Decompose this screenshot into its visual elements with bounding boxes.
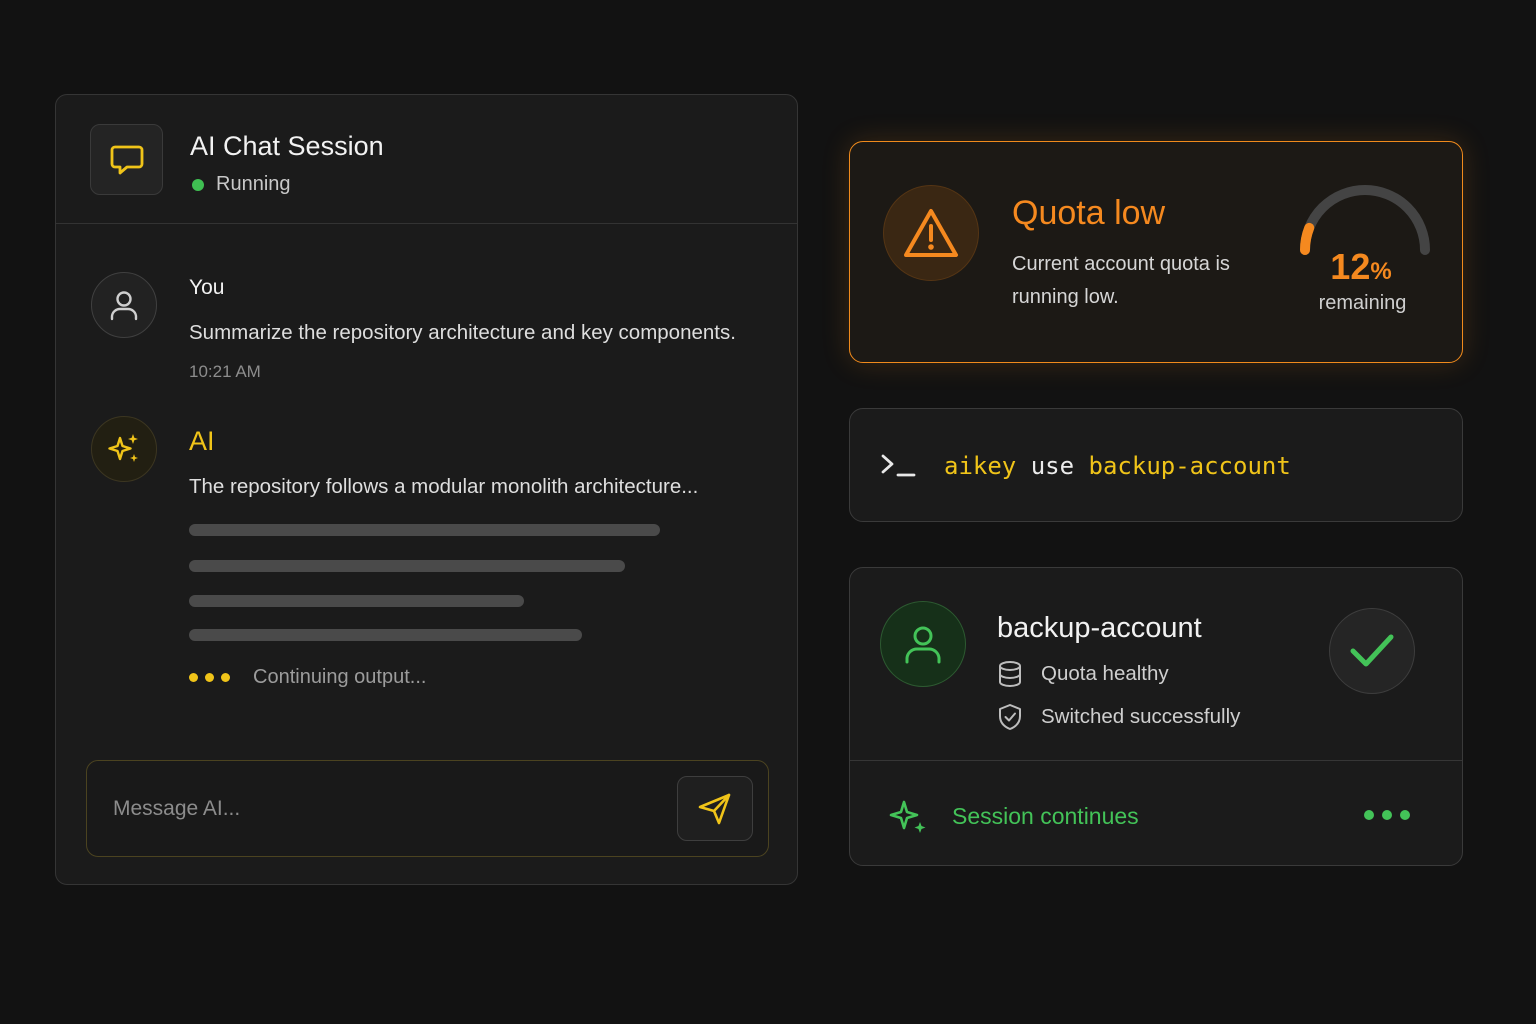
send-icon [698,793,731,824]
quota-remaining-label: remaining [1318,292,1407,314]
typing-indicator: Continuing output... [189,666,426,689]
terminal-command-card: aikey use backup-account [849,408,1463,522]
session-text: Session continues [952,802,1139,829]
sparkle-icon [108,434,138,462]
skeleton-line [189,560,625,572]
more-dot [1364,810,1374,820]
session-status: Running [192,173,291,196]
command-argument: backup-account [1088,452,1291,480]
quota-status-text: Quota healthy [1041,662,1169,685]
chat-bubble-icon [90,124,163,195]
account-avatar [880,601,966,687]
status-text: Running [216,173,291,195]
quota-status-row: Quota healthy [997,660,1169,688]
typing-text: Continuing output... [253,666,427,688]
user-icon [110,291,138,321]
ai-message-text: The repository follows a modular monolit… [189,475,699,498]
quota-unit: % [1370,258,1392,285]
quota-title: Quota low [1012,194,1166,232]
user-avatar [91,272,157,338]
user-icon [905,626,941,664]
command-name: aikey [944,452,1017,480]
warning-triangle-icon [904,209,958,257]
typing-dot [189,673,198,682]
success-badge [1329,608,1415,694]
chat-header: AI Chat Session Running [56,95,797,224]
status-dot [192,178,204,191]
typing-dot [205,673,214,682]
skeleton-line [189,595,524,607]
card-divider [850,760,1462,761]
chat-panel: AI Chat Session Running You Summarize th… [55,94,798,885]
shield-check-icon [999,704,1021,730]
more-options-icon[interactable] [1364,810,1418,820]
account-switch-card: backup-account Quota healthy Switched su… [849,567,1463,866]
more-dot [1382,810,1392,820]
quota-value: 12 [1330,246,1371,287]
user-message-author: You [189,276,225,299]
send-button[interactable] [677,776,753,841]
command-verb: use [1030,452,1075,480]
quota-low-card: Quota low Current account quota is runni… [849,141,1463,363]
ai-message-author: AI [189,426,215,456]
quota-description: Current account quota is running low. [1012,253,1230,308]
more-dot [1400,810,1410,820]
check-icon [1350,634,1394,667]
user-message-text: Summarize the repository architecture an… [189,321,736,344]
account-name: backup-account [997,612,1202,644]
typing-dot [221,673,230,682]
switch-status-row: Switched successfully [997,703,1240,731]
skeleton-line [189,629,582,641]
ai-avatar [91,416,157,482]
switch-status-text: Switched successfully [1041,705,1241,728]
chat-title: AI Chat Session [190,131,384,161]
terminal-prompt-icon [881,454,916,477]
user-message-time: 10:21 AM [189,362,261,381]
message-input-box [86,760,769,857]
skeleton-line [189,524,660,536]
session-status-row: Session continues [888,796,1139,836]
sparkle-icon [889,800,926,833]
database-icon [999,661,1021,687]
terminal-command: aikey use backup-account [944,452,1291,480]
quota-percentage: 12% [1280,246,1442,288]
warning-badge [883,185,979,281]
message-input[interactable] [113,791,633,827]
